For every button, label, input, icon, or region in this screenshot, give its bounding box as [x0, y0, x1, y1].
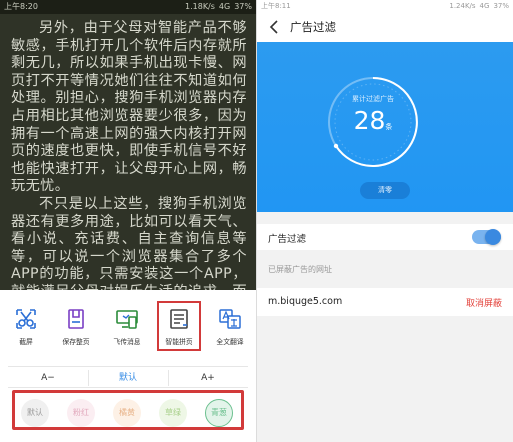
blocked-sites-header: 已屏蔽广告的网址 [268, 265, 332, 274]
screenshot-button[interactable]: 截屏 [2, 296, 50, 348]
theme-default-button[interactable]: 默认 [21, 399, 49, 427]
reader-screen: 上午8:20 1.18K/s 4G 37% 另外，由于父母对智能产品不够敏感，手… [0, 0, 256, 442]
send-message-button[interactable]: 飞传消息 [103, 296, 151, 348]
tool-row: 截屏 保存整页 飞传消息 智能拼页 全文翻译 [0, 290, 256, 353]
theme-grass-green-button[interactable]: 草绿 [159, 399, 187, 427]
status-network: 1.18K/s [185, 2, 215, 11]
back-arrow-icon[interactable] [267, 19, 281, 35]
screenshot-scissors-icon [16, 309, 36, 329]
reader-paragraph: 不只是以上这些，搜狗手机浏览器还有更多用途，比如可以看天气、看小说、充话费、自主… [11, 195, 247, 290]
screenshot-root: 上午8:20 1.18K/s 4G 37% 另外，由于父母对智能产品不够敏感，手… [0, 0, 513, 442]
ad-filter-toggle-row: 广告过滤 [257, 224, 513, 250]
theme-picker: 默认 粉红 橘黄 草绿 青葱 [12, 390, 244, 430]
ad-filter-screen: 上午8:11 1.24K/s 4G 37% 广告过滤 累计过滤广告 28条 清零… [257, 0, 513, 442]
status-bar: 上午8:11 1.24K/s 4G 37% [257, 0, 513, 12]
blocked-count: 28条 [323, 106, 423, 135]
switch-knob [485, 229, 501, 245]
blocked-site-row: m.biquge5.com 取消屏蔽 [257, 288, 513, 316]
reader-menu-panel: 截屏 保存整页 飞传消息 智能拼页 全文翻译 A− 默认 A+ 默认 粉红 橘黄… [0, 290, 256, 442]
send-message-icon [116, 310, 138, 329]
nav-bar: 广告过滤 [257, 12, 513, 42]
font-default-button[interactable]: 默认 [88, 367, 168, 389]
reader-paragraph: 另外，由于父母对智能产品不够敏感，手机打开几个软件后内存就所剩无几，所以如果手机… [11, 20, 247, 195]
blocked-count-unit: 条 [385, 123, 393, 131]
font-increase-button[interactable]: A+ [168, 367, 248, 389]
tool-label: 截屏 [19, 338, 33, 346]
status-time: 上午8:20 [4, 2, 38, 11]
ad-stats-panel: 累计过滤广告 28条 清零 [257, 42, 513, 212]
page-title: 广告过滤 [290, 20, 336, 34]
save-page-button[interactable]: 保存整页 [52, 296, 100, 348]
status-signal: 4G [218, 2, 231, 11]
highlight-box-smart-merge [157, 301, 201, 351]
theme-orange-button[interactable]: 橘黄 [113, 399, 141, 427]
blocked-site-url: m.biquge5.com [268, 296, 343, 307]
clear-button[interactable]: 清零 [360, 182, 410, 199]
status-battery: 37% [493, 2, 509, 10]
tool-label: 全文翻译 [216, 338, 244, 346]
theme-pink-button[interactable]: 粉红 [67, 399, 95, 427]
reading-area[interactable]: 另外，由于父母对智能产品不够敏感，手机打开几个软件后内存就所剩无几，所以如果手机… [0, 14, 256, 290]
translate-button[interactable]: 全文翻译 [206, 296, 254, 348]
ad-filter-switch[interactable] [472, 229, 501, 245]
unblock-button[interactable]: 取消屏蔽 [466, 296, 502, 309]
tool-label: 飞传消息 [113, 338, 141, 346]
blocked-count-number: 28 [353, 106, 386, 135]
font-decrease-button[interactable]: A− [8, 367, 88, 389]
toggle-label: 广告过滤 [268, 234, 307, 245]
status-bar: 上午8:20 1.18K/s 4G 37% [0, 0, 256, 14]
translate-icon [219, 309, 241, 329]
theme-green-button[interactable]: 青葱 [205, 399, 233, 427]
tool-label: 保存整页 [62, 338, 90, 346]
status-time: 上午8:11 [261, 2, 291, 10]
save-page-icon [68, 309, 84, 329]
status-battery: 37% [234, 2, 252, 11]
font-size-row: A− 默认 A+ [8, 366, 248, 388]
status-signal: 4G [479, 2, 490, 10]
status-network: 1.24K/s [449, 2, 476, 10]
stat-label: 累计过滤广告 [352, 95, 394, 103]
